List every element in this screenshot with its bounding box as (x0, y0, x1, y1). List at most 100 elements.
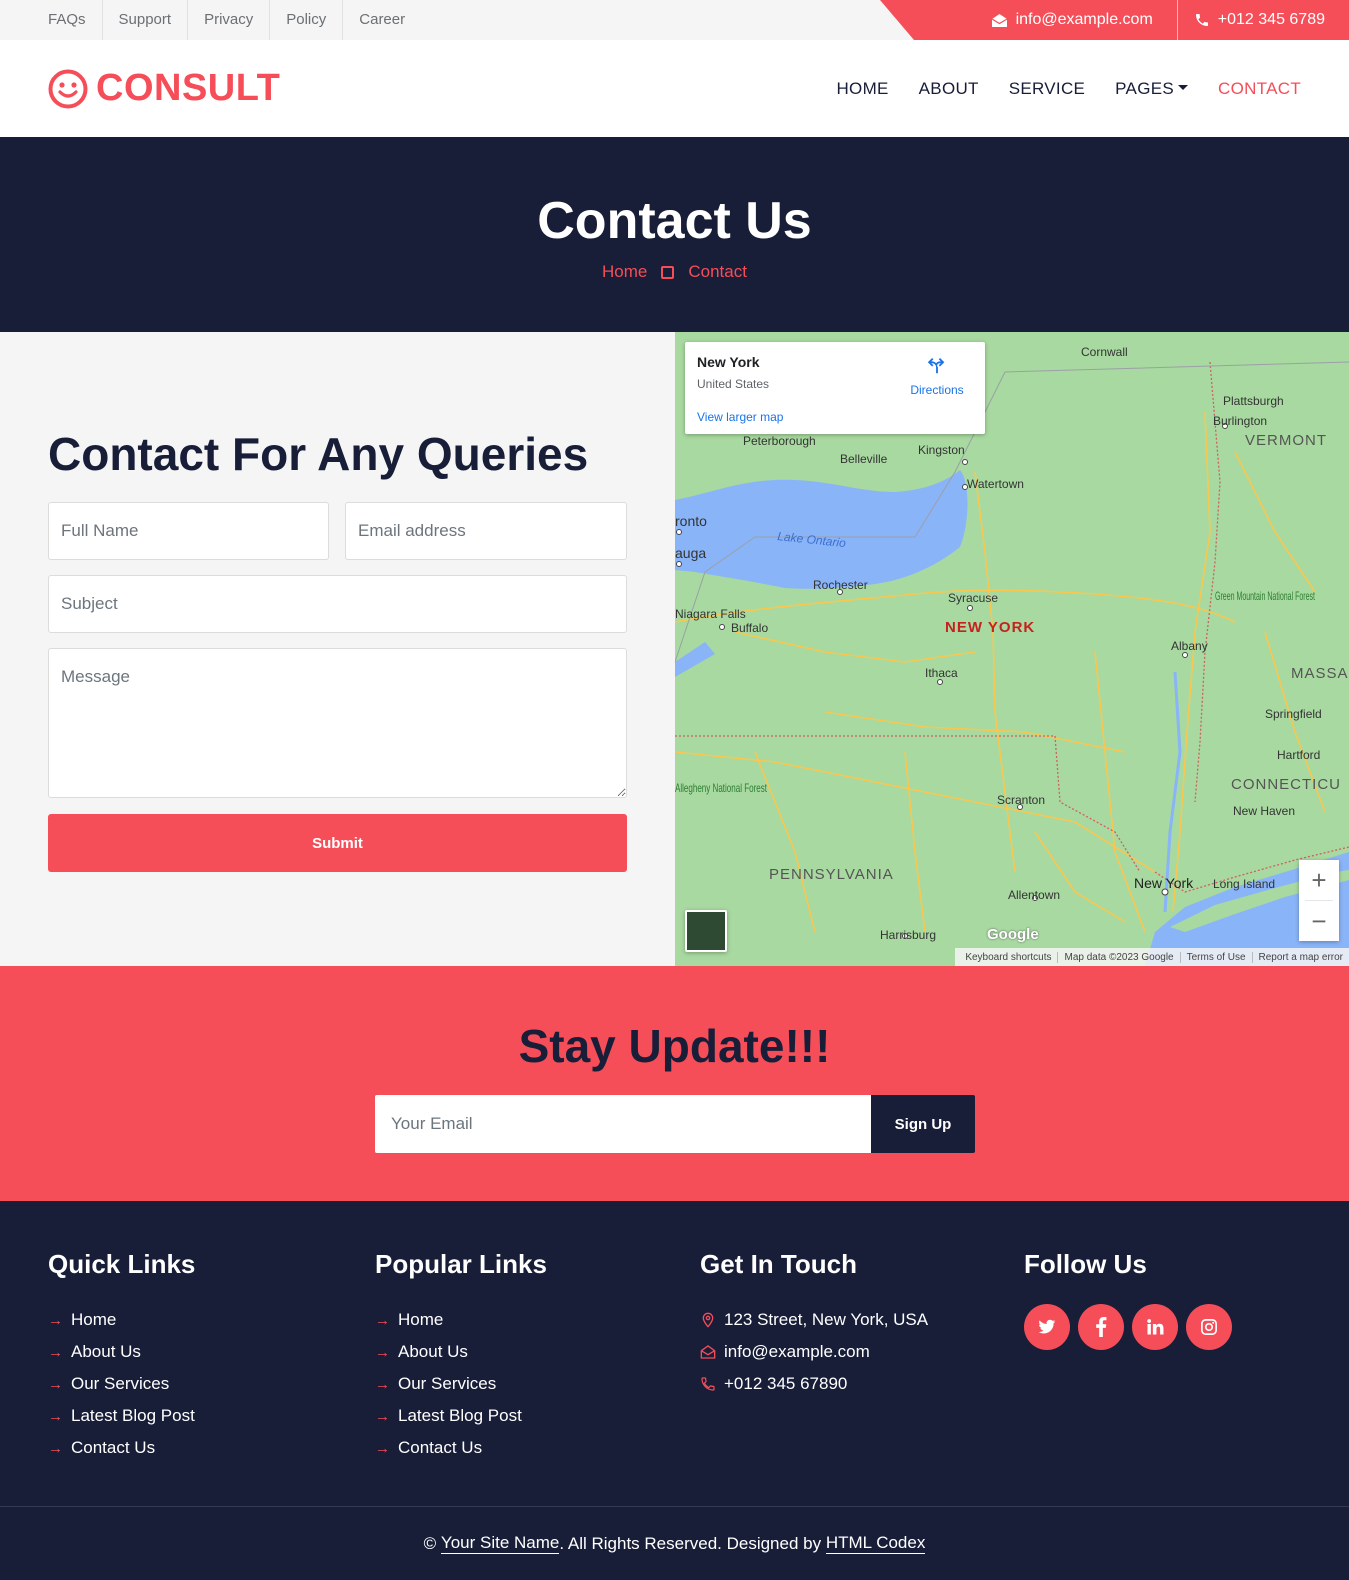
phone-icon (701, 1377, 715, 1391)
map-label-watertown: Watertown (967, 477, 1024, 491)
map-label-connecticut: CONNECTICU (1231, 776, 1341, 793)
submit-button[interactable]: Submit (48, 814, 627, 872)
footer-link-label: Contact Us (71, 1438, 156, 1457)
envelope-open-icon (991, 13, 1007, 27)
keyboard-shortcuts-link[interactable]: Keyboard shortcuts (959, 951, 1059, 963)
topbar-link-policy[interactable]: Policy (270, 0, 344, 40)
footer-address-text: 123 Street, New York, USA (724, 1310, 929, 1329)
copyright-prefix: © (423, 1533, 437, 1553)
instagram-icon (1201, 1319, 1217, 1335)
smile-icon (48, 69, 88, 108)
message-textarea[interactable] (48, 648, 627, 798)
map-label-buffalo: Buffalo (731, 621, 768, 635)
map-embed[interactable]: Cornwall Plattsburgh Burlington Peterbor… (675, 332, 1349, 966)
topbar-link-career[interactable]: Career (343, 0, 421, 40)
map-place-name: New York (697, 354, 760, 370)
instagram-button[interactable] (1186, 1304, 1232, 1350)
footer-quick-links-list: → Home → About Us → Our Services → Latest Bl… (48, 1304, 195, 1464)
arrow-right-icon: → (375, 1343, 390, 1361)
arrow-right-icon: → (48, 1407, 63, 1425)
footer-follow-us: Follow Us (1024, 1249, 1240, 1350)
footer-link[interactable]: → Latest Blog Post (48, 1400, 195, 1432)
topbar-link-privacy[interactable]: Privacy (188, 0, 271, 40)
nav-service[interactable]: SERVICE (1009, 79, 1085, 99)
map-label-albany: Albany (1171, 639, 1208, 653)
arrow-right-icon: → (48, 1343, 63, 1361)
zoom-out-button[interactable]: − (1299, 901, 1339, 941)
topbar-email[interactable]: info@example.com (975, 0, 1177, 40)
email-input[interactable] (345, 502, 627, 560)
brand-logo[interactable]: CONSULT (48, 67, 280, 110)
footer-link-label: Home (71, 1310, 117, 1329)
breadcrumb-home[interactable]: Home (602, 262, 647, 282)
arrow-right-icon: → (48, 1439, 63, 1457)
directions-label: Directions (910, 383, 964, 397)
map-data-text: Map data ©2023 Google (1058, 951, 1181, 963)
footer-link[interactable]: → About Us (375, 1336, 547, 1368)
topbar-contact: info@example.com +012 345 6789 (880, 0, 1349, 40)
footer-link[interactable]: → Our Services (48, 1368, 195, 1400)
newsletter-email-input[interactable] (375, 1095, 871, 1153)
map-label-cornwall: Cornwall (1081, 345, 1128, 359)
subject-input[interactable] (48, 575, 627, 633)
footer-follow-us-title: Follow Us (1024, 1249, 1147, 1279)
footer-contact-info: 123 Street, New York, USA info@example.c… (700, 1304, 928, 1400)
breadcrumb-current[interactable]: Contact (688, 262, 747, 282)
map-label-burlington: Burlington (1213, 414, 1267, 428)
copyright-bar: © Your Site Name. All Rights Reserved. D… (0, 1506, 1349, 1580)
twitter-icon (1038, 1319, 1056, 1334)
arrow-right-icon: → (375, 1407, 390, 1425)
topbar-links: FAQs Support Privacy Policy Career (48, 0, 421, 40)
site-name-link[interactable]: Your Site Name (440, 1533, 560, 1554)
map-label-kingston: Kingston (918, 443, 965, 457)
footer-link-label: About Us (398, 1342, 468, 1361)
topbar-link-faqs[interactable]: FAQs (48, 0, 103, 40)
footer-popular-links-list: → Home → About Us → Our Services → Latest Bl… (375, 1304, 547, 1464)
footer-quick-links-title: Quick Links (48, 1249, 196, 1279)
zoom-in-button[interactable]: + (1299, 860, 1339, 900)
footer-link[interactable]: → Home (48, 1304, 195, 1336)
facebook-icon (1096, 1317, 1107, 1337)
footer-link-label: Latest Blog Post (398, 1406, 522, 1425)
footer-link-label: Contact Us (398, 1438, 483, 1457)
phone-icon (1195, 14, 1208, 26)
nav-home[interactable]: HOME (836, 79, 888, 99)
footer-link[interactable]: → About Us (48, 1336, 195, 1368)
page-title: Contact Us (537, 192, 812, 250)
terms-of-use-link[interactable]: Terms of Use (1181, 951, 1253, 963)
footer-link[interactable]: → Latest Blog Post (375, 1400, 547, 1432)
footer-phone[interactable]: +012 345 67890 (700, 1368, 928, 1400)
satellite-toggle-button[interactable] (685, 910, 727, 952)
sign-up-button[interactable]: Sign Up (871, 1095, 975, 1153)
footer-link[interactable]: → Our Services (375, 1368, 547, 1400)
arrow-right-icon: → (375, 1375, 390, 1393)
nav-about[interactable]: ABOUT (919, 79, 979, 99)
footer-link[interactable]: → Home (375, 1304, 547, 1336)
full-name-input[interactable] (48, 502, 329, 560)
topbar-phone[interactable]: +012 345 6789 (1176, 0, 1349, 40)
map-label-allegheny: Allegheny National Forest (675, 781, 767, 795)
map-label-hartford: Hartford (1277, 748, 1320, 762)
map-label-vermont: VERMONT (1245, 432, 1327, 449)
topbar-link-support[interactable]: Support (103, 0, 189, 40)
map-label-long-island: Long Island (1213, 877, 1275, 891)
facebook-button[interactable] (1078, 1304, 1124, 1350)
footer-email[interactable]: info@example.com (700, 1336, 928, 1368)
nav-pages[interactable]: PAGES (1115, 79, 1188, 99)
twitter-button[interactable] (1024, 1304, 1070, 1350)
topbar-email-text: info@example.com (1015, 11, 1153, 28)
directions-button[interactable]: Directions (907, 354, 967, 397)
report-map-error-link[interactable]: Report a map error (1253, 952, 1349, 963)
footer-popular-links-title: Popular Links (375, 1249, 547, 1279)
map-label-plattsburgh: Plattsburgh (1223, 394, 1284, 408)
designer-link[interactable]: HTML Codex (825, 1533, 926, 1554)
footer-email-text: info@example.com (724, 1342, 870, 1361)
map-label-ithaca: Ithaca (925, 666, 958, 680)
nav-contact[interactable]: CONTACT (1218, 79, 1301, 99)
footer-link[interactable]: → Contact Us (375, 1432, 547, 1464)
footer-link[interactable]: → Contact Us (48, 1432, 195, 1464)
linkedin-button[interactable] (1132, 1304, 1178, 1350)
map-label-toronto: ronto (675, 513, 707, 529)
map-label-harrisburg: Harrisburg (880, 928, 936, 942)
view-larger-map-link[interactable]: View larger map (697, 410, 783, 424)
